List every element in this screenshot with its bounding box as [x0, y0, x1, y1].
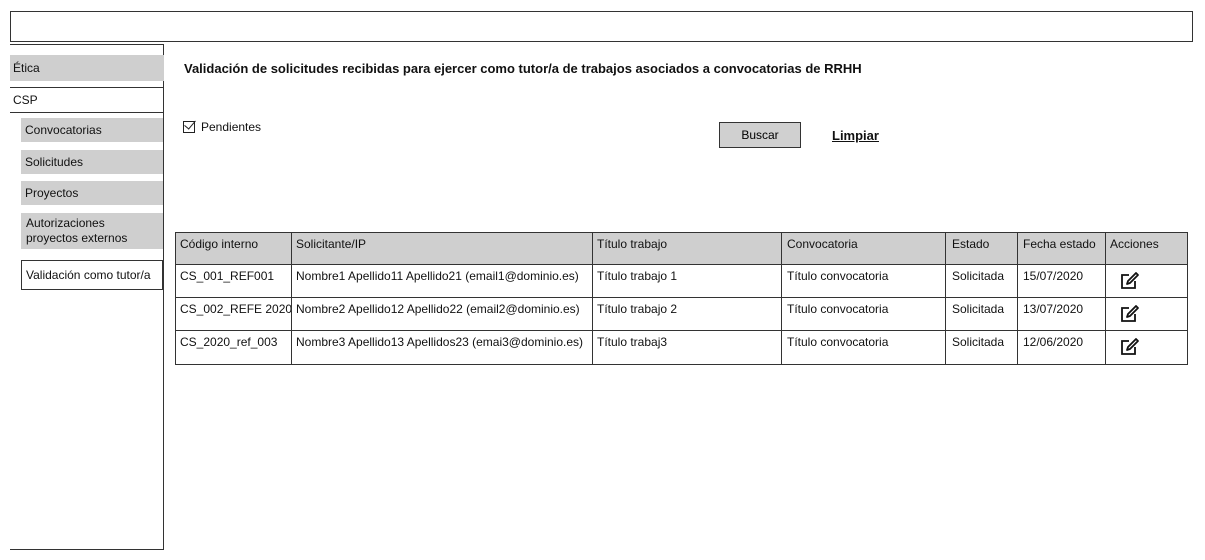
cell-acciones — [1106, 265, 1187, 297]
column-header-codigo: Código interno — [176, 233, 292, 264]
cell-codigo: CS_2020_ref_003 — [176, 331, 292, 364]
sidebar-item-label: Autorizaciones proyectos externos — [26, 216, 128, 245]
cell-acciones — [1106, 331, 1187, 364]
table-row: CS_2020_ref_003 Nombre3 Apellido13 Apell… — [176, 331, 1187, 364]
column-header-fecha: Fecha estado — [1018, 233, 1106, 264]
cell-estado: Solicitada — [946, 265, 1018, 297]
sidebar-item-label: Ética — [13, 60, 40, 75]
sidebar-item-etica[interactable]: Ética — [10, 55, 164, 81]
results-table: Código interno Solicitante/IP Título tra… — [175, 232, 1188, 365]
cell-convocatoria: Título convocatoria — [782, 298, 946, 330]
sidebar-item-validacion-tutor[interactable]: Validación como tutor/a — [21, 260, 163, 290]
cell-fecha: 13/07/2020 — [1018, 298, 1106, 330]
cell-solicitante: Nombre1 Apellido11 Apellido21 (email1@do… — [292, 265, 593, 297]
cell-convocatoria: Título convocatoria — [782, 265, 946, 297]
sidebar-item-label: Convocatorias — [25, 122, 102, 137]
table-header-row: Código interno Solicitante/IP Título tra… — [176, 233, 1187, 265]
checkbox-checked-icon[interactable] — [183, 121, 195, 133]
search-button[interactable]: Buscar — [719, 122, 801, 148]
sidebar-item-label: Solicitudes — [25, 154, 84, 169]
cell-estado: Solicitada — [946, 298, 1018, 330]
cell-titulo: Título trabaj3 — [593, 331, 782, 364]
cell-titulo: Título trabajo 1 — [593, 265, 782, 297]
cell-codigo: CS_002_REFE 2020 — [176, 298, 292, 330]
cell-fecha: 15/07/2020 — [1018, 265, 1106, 297]
sidebar-item-autorizaciones[interactable]: Autorizaciones proyectos externos — [21, 213, 163, 249]
top-header-bar — [10, 11, 1193, 42]
cell-titulo: Título trabajo 2 — [593, 298, 782, 330]
edit-icon[interactable] — [1119, 271, 1141, 291]
cell-solicitante: Nombre3 Apellido13 Apellidos23 (emai3@do… — [292, 331, 593, 364]
sidebar-item-proyectos[interactable]: Proyectos — [21, 181, 163, 205]
cell-codigo: CS_001_REF001 — [176, 265, 292, 297]
column-header-estado: Estado — [946, 233, 1018, 264]
pendientes-checkbox[interactable]: Pendientes — [183, 120, 261, 134]
cell-fecha: 12/06/2020 — [1018, 331, 1106, 364]
edit-icon[interactable] — [1119, 304, 1141, 324]
sidebar-item-convocatorias[interactable]: Convocatorias — [21, 118, 163, 142]
column-header-convocatoria: Convocatoria — [782, 233, 946, 264]
table-row: CS_002_REFE 2020 Nombre2 Apellido12 Apel… — [176, 298, 1187, 331]
cell-acciones — [1106, 298, 1187, 330]
sidebar-item-solicitudes[interactable]: Solicitudes — [21, 150, 163, 174]
clear-link[interactable]: Limpiar — [832, 128, 879, 143]
cell-estado: Solicitada — [946, 331, 1018, 364]
cell-convocatoria: Título convocatoria — [782, 331, 946, 364]
column-header-solicitante: Solicitante/IP — [292, 233, 593, 264]
sidebar-item-label: Validación como tutor/a — [26, 267, 151, 282]
table-row: CS_001_REF001 Nombre1 Apellido11 Apellid… — [176, 265, 1187, 298]
page-title: Validación de solicitudes recibidas para… — [184, 61, 862, 76]
sidebar-item-label: Proyectos — [25, 185, 79, 200]
sidebar-item-label: CSP — [13, 92, 38, 107]
sidebar-item-csp[interactable]: CSP — [10, 87, 164, 113]
checkbox-label: Pendientes — [201, 120, 262, 134]
cell-solicitante: Nombre2 Apellido12 Apellido22 (email2@do… — [292, 298, 593, 330]
edit-icon[interactable] — [1119, 337, 1141, 357]
column-header-acciones: Acciones — [1110, 237, 1159, 251]
column-header-titulo: Título trabajo — [593, 233, 782, 264]
